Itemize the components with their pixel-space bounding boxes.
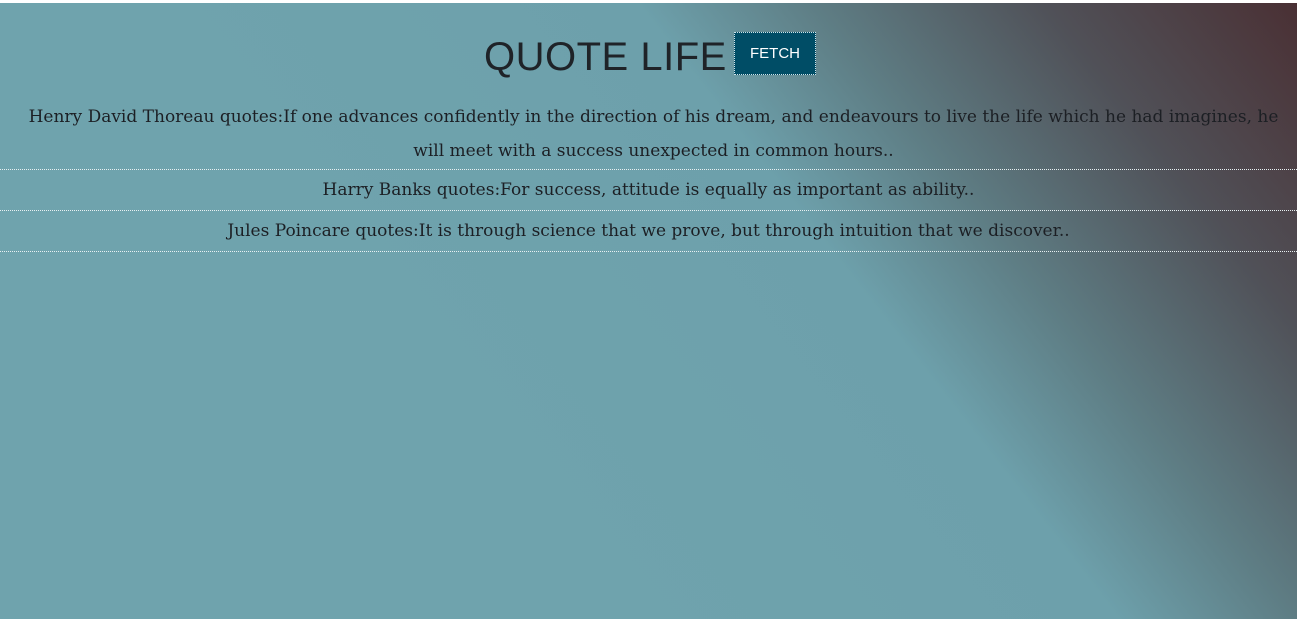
page-background: QUOTE LIFE FETCH Henry David Thoreau quo… <box>0 3 1297 619</box>
header: QUOTE LIFE FETCH <box>0 3 1297 103</box>
quote-item: Harry Banks quotes:For success, attitude… <box>0 170 1297 211</box>
quote-list: Henry David Thoreau quotes:If one advanc… <box>0 100 1297 252</box>
page-title: QUOTE LIFE <box>484 35 727 79</box>
fetch-button[interactable]: FETCH <box>734 32 816 75</box>
quote-item: Jules Poincare quotes:It is through scie… <box>0 211 1297 252</box>
quote-item: Henry David Thoreau quotes:If one advanc… <box>0 100 1297 170</box>
